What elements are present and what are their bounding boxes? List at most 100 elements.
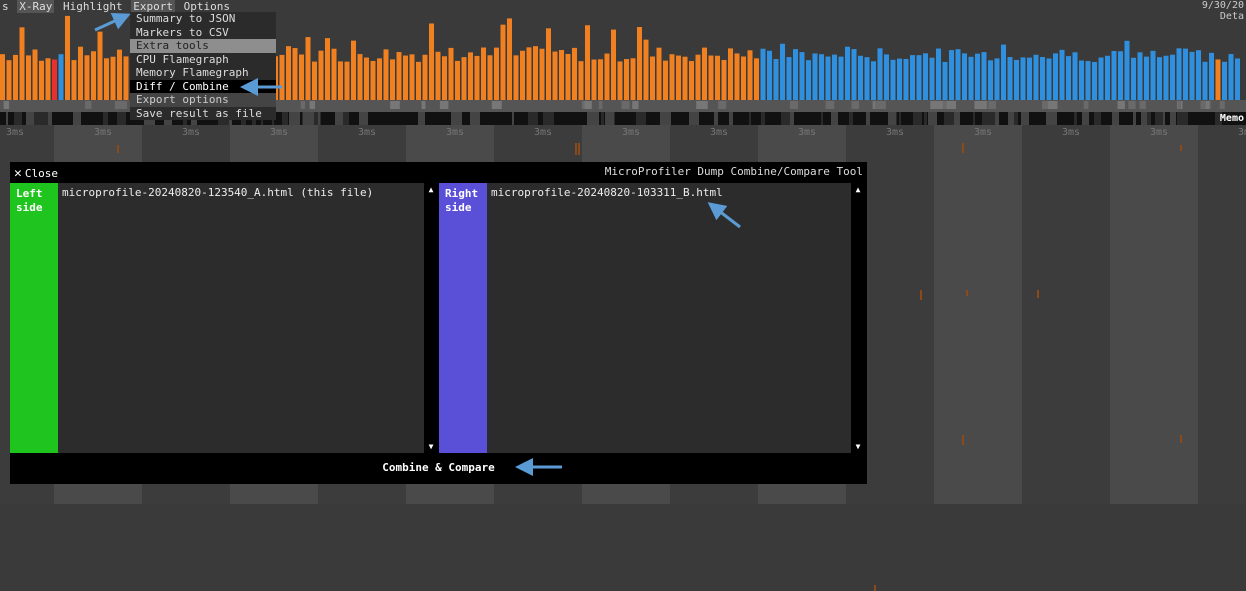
- scroll-up-icon[interactable]: ▲: [426, 185, 436, 194]
- frame-bar[interactable]: [1033, 54, 1039, 100]
- frame-bar[interactable]: [546, 28, 551, 100]
- frame-bar[interactable]: [981, 52, 987, 100]
- frame-bar[interactable]: [507, 18, 512, 100]
- frame-bar[interactable]: [364, 57, 369, 100]
- frame-bar[interactable]: [1228, 54, 1234, 100]
- frame-bar[interactable]: [1170, 54, 1175, 100]
- frame-bar[interactable]: [702, 47, 707, 100]
- frame-bar[interactable]: [13, 54, 18, 100]
- frame-bar[interactable]: [1020, 57, 1026, 100]
- timeline-marker[interactable]: [874, 585, 876, 591]
- frame-bar[interactable]: [123, 56, 129, 100]
- frame-bar[interactable]: [65, 15, 70, 101]
- frame-bar[interactable]: [591, 59, 597, 100]
- frame-bar[interactable]: [396, 52, 402, 100]
- detail-label[interactable]: Deta: [1220, 11, 1244, 22]
- frame-bar[interactable]: [1014, 59, 1019, 100]
- frame-bar[interactable]: [97, 31, 103, 100]
- frame-bar[interactable]: [747, 50, 753, 100]
- frame-bar[interactable]: [884, 54, 889, 100]
- timeline-marker[interactable]: [966, 290, 968, 296]
- frame-bar[interactable]: [650, 56, 655, 100]
- frame-bar[interactable]: [780, 43, 785, 100]
- frame-bar[interactable]: [104, 58, 109, 100]
- frame-bar[interactable]: [377, 58, 382, 100]
- frame-bar[interactable]: [955, 49, 961, 100]
- frame-bar[interactable]: [292, 48, 298, 100]
- close-button[interactable]: ✕ Close: [14, 166, 58, 181]
- frame-bar[interactable]: [936, 48, 941, 100]
- frame-bar[interactable]: [851, 49, 857, 100]
- scroll-down-icon[interactable]: ▼: [853, 442, 863, 451]
- frame-bar[interactable]: [312, 61, 317, 100]
- frame-bar[interactable]: [734, 53, 740, 100]
- frame-bar[interactable]: [318, 50, 324, 100]
- frame-bar[interactable]: [988, 60, 993, 100]
- frame-bar[interactable]: [838, 56, 844, 100]
- frame-bar[interactable]: [1040, 56, 1045, 100]
- frame-bar[interactable]: [760, 48, 766, 100]
- frame-bar[interactable]: [799, 52, 805, 100]
- frame-bar[interactable]: [1235, 58, 1240, 100]
- frame-bar[interactable]: [994, 58, 1000, 100]
- frame-bar[interactable]: [572, 47, 577, 100]
- frame-bar[interactable]: [611, 29, 616, 101]
- frame-bar[interactable]: [1124, 40, 1130, 100]
- frame-bar[interactable]: [630, 58, 636, 100]
- timeline-marker[interactable]: [117, 145, 119, 153]
- frame-bar[interactable]: [1072, 52, 1078, 100]
- frame-bar[interactable]: [299, 54, 304, 100]
- frame-bar[interactable]: [338, 61, 343, 100]
- frame-bar[interactable]: [968, 56, 974, 100]
- frame-bar[interactable]: [949, 50, 954, 100]
- frame-bar[interactable]: [903, 58, 909, 100]
- frame-bar[interactable]: [1137, 52, 1143, 100]
- frame-bar[interactable]: [32, 49, 38, 100]
- frame-bar[interactable]: [942, 61, 948, 100]
- frame-bar[interactable]: [422, 54, 428, 100]
- frame-bar[interactable]: [767, 50, 772, 100]
- frame-bar[interactable]: [897, 58, 902, 100]
- frame-bar[interactable]: [1163, 55, 1169, 100]
- frame-bar[interactable]: [773, 59, 779, 100]
- frame-bar[interactable]: [754, 58, 759, 100]
- frame-bar[interactable]: [1215, 59, 1221, 100]
- frame-bar[interactable]: [929, 57, 935, 100]
- frame-bar[interactable]: [279, 54, 285, 100]
- frame-bar[interactable]: [793, 49, 798, 100]
- frame-bar[interactable]: [1131, 57, 1136, 100]
- timeline-marker[interactable]: [1180, 435, 1182, 443]
- frame-bar[interactable]: [1092, 61, 1097, 100]
- frame-bar[interactable]: [1183, 48, 1188, 100]
- timeline-marker[interactable]: [1037, 290, 1039, 298]
- frame-bar[interactable]: [526, 47, 532, 100]
- frame-bar[interactable]: [52, 59, 57, 100]
- frame-bar[interactable]: [695, 54, 701, 100]
- frame-bar[interactable]: [1027, 57, 1032, 100]
- frame-bar[interactable]: [1079, 60, 1084, 100]
- right-scrollbar[interactable]: ▲ ▼: [853, 183, 863, 453]
- frame-bar[interactable]: [962, 53, 967, 100]
- scroll-down-icon[interactable]: ▼: [426, 442, 436, 451]
- frame-bar[interactable]: [1059, 49, 1065, 100]
- frame-bar[interactable]: [676, 55, 681, 100]
- frame-bar[interactable]: [455, 60, 460, 100]
- frame-bar[interactable]: [58, 54, 64, 100]
- frame-bar[interactable]: [721, 59, 727, 100]
- scroll-up-icon[interactable]: ▲: [853, 185, 863, 194]
- frame-bar[interactable]: [923, 53, 928, 100]
- frame-bar[interactable]: [403, 55, 408, 100]
- timeline-marker[interactable]: [920, 290, 922, 300]
- frame-bar[interactable]: [1157, 57, 1162, 100]
- menu-memory-flamegraph[interactable]: Memory Flamegraph: [130, 66, 276, 80]
- frame-bar[interactable]: [1098, 57, 1104, 100]
- menu-item-threads[interactable]: s: [0, 0, 11, 13]
- frame-bar[interactable]: [461, 57, 467, 100]
- frame-bar[interactable]: [520, 50, 525, 100]
- frame-bar[interactable]: [305, 37, 311, 100]
- timeline-marker[interactable]: [1180, 145, 1182, 151]
- frame-bar[interactable]: [45, 58, 51, 100]
- frame-bar[interactable]: [78, 46, 83, 100]
- frame-bar[interactable]: [604, 53, 610, 100]
- frame-bar[interactable]: [429, 23, 434, 100]
